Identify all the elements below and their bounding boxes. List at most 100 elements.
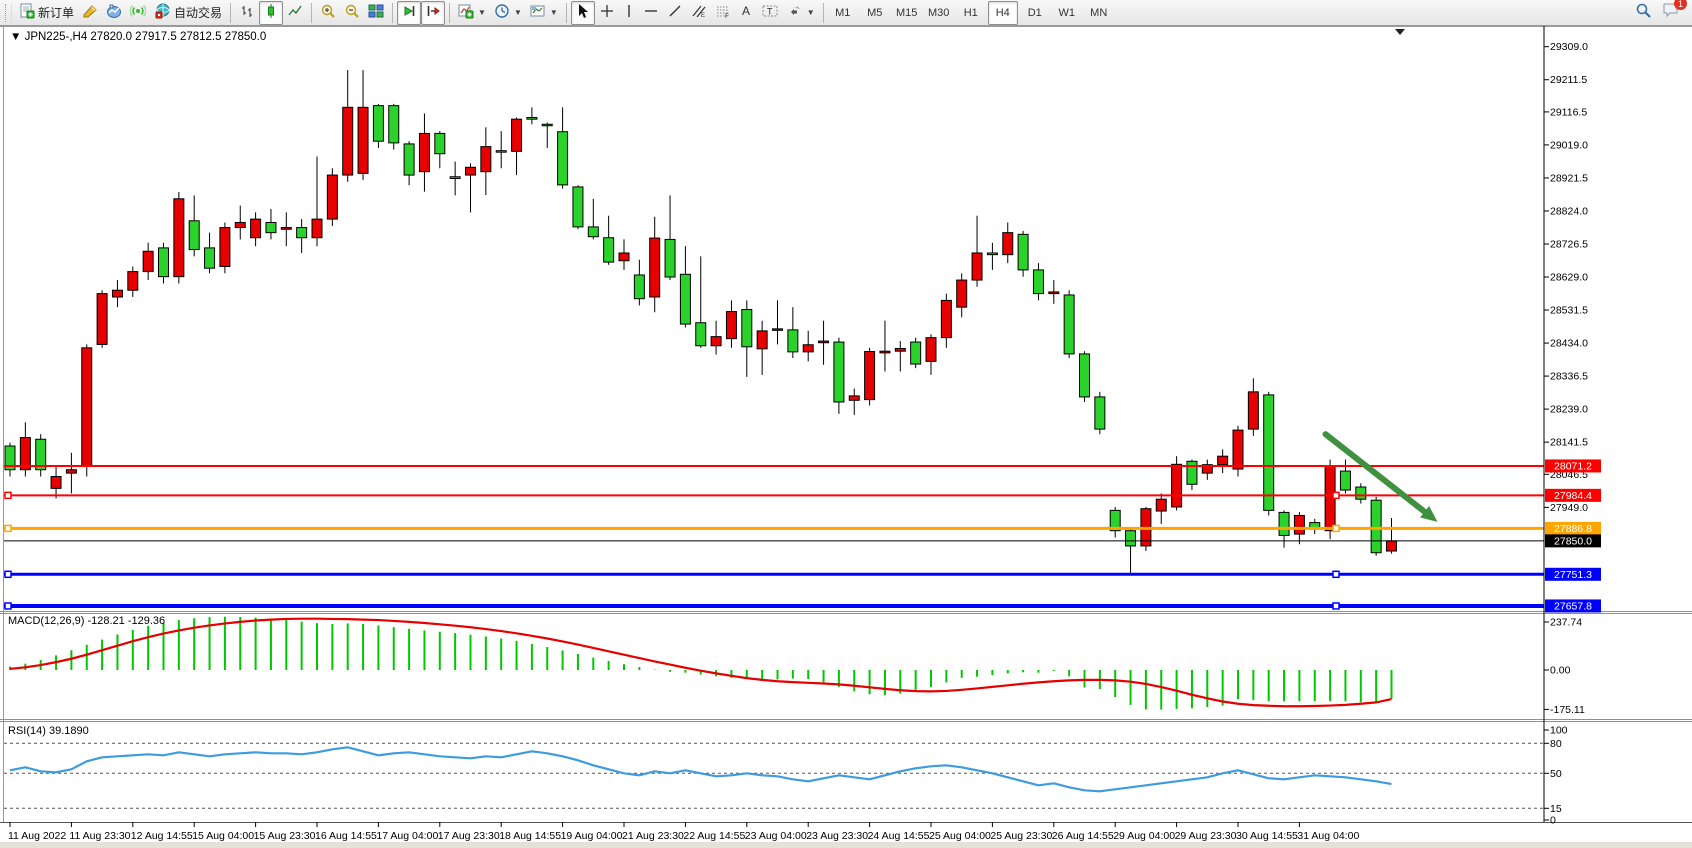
market-watch-button[interactable] [102, 1, 126, 25]
line-handle[interactable] [1333, 525, 1339, 531]
line-handle[interactable] [1333, 603, 1339, 609]
svg-text:27657.8: 27657.8 [1554, 600, 1592, 612]
signals-button[interactable] [126, 1, 150, 25]
timeframe-button-H4[interactable]: H4 [988, 1, 1018, 25]
svg-text:29019.0: 29019.0 [1550, 139, 1588, 151]
arrows-tool-button[interactable]: ▼ [783, 1, 819, 25]
svg-text:27984.4: 27984.4 [1554, 490, 1592, 502]
template-icon [530, 3, 546, 22]
trendline-tool-button[interactable] [663, 1, 687, 25]
fibonacci-tool-button[interactable]: F [711, 1, 735, 25]
auto-scroll-button[interactable] [397, 1, 421, 25]
svg-text:11 Aug 2022: 11 Aug 2022 [8, 830, 66, 842]
svg-text:27850.0: 27850.0 [1554, 535, 1592, 547]
svg-text:100: 100 [1550, 725, 1568, 737]
line-chart-icon [287, 3, 303, 22]
styler-button[interactable] [78, 1, 102, 25]
svg-text:15: 15 [1550, 803, 1562, 815]
auto-trading-icon [154, 3, 171, 22]
svg-text:80: 80 [1550, 738, 1562, 750]
toolbar-separator [230, 3, 231, 23]
zoom-in-button[interactable] [316, 1, 340, 25]
chat-button[interactable]: 1 [1662, 2, 1680, 23]
bar-chart-type-button[interactable] [235, 1, 259, 25]
text-tool-button[interactable]: A [735, 1, 757, 25]
periods-button[interactable]: ▼ [490, 1, 526, 25]
chart-canvas[interactable]: ▼ JPN225-,H4 27820.0 27917.5 27812.5 278… [0, 26, 1692, 848]
line-chart-type-button[interactable] [283, 1, 307, 25]
channel-tool-button[interactable]: E [687, 1, 711, 25]
timeframe-button-M15[interactable]: M15 [892, 1, 922, 25]
svg-text:28531.5: 28531.5 [1550, 305, 1588, 317]
toolbar-separator [392, 3, 393, 23]
text-label-tool-button[interactable]: T [757, 1, 783, 25]
svg-text:24 Aug 14:55: 24 Aug 14:55 [868, 830, 930, 842]
chevron-down-icon: ▼ [514, 8, 522, 17]
chart-title: ▼ JPN225-,H4 27820.0 27917.5 27812.5 278… [10, 31, 266, 43]
tile-windows-icon [368, 3, 384, 22]
macd-label: MACD(12,26,9) -128.21 -129.36 [8, 615, 165, 627]
signal-icon [130, 3, 146, 22]
horizontal-line-tool-button[interactable] [639, 1, 663, 25]
auto-trading-button[interactable]: 自动交易 [150, 1, 226, 25]
timeframe-button-M1[interactable]: M1 [828, 1, 858, 25]
toolbar-grip [5, 4, 12, 22]
toolbar-separator [566, 3, 567, 23]
svg-text:28239.0: 28239.0 [1550, 404, 1588, 416]
svg-text:A: A [742, 4, 750, 18]
new-order-button[interactable]: 新订单 [15, 1, 78, 25]
tile-windows-button[interactable] [364, 1, 388, 25]
notification-badge: 1 [1674, 0, 1687, 10]
chart-shift-button[interactable] [421, 1, 445, 25]
templates-button[interactable]: ▼ [526, 1, 562, 25]
svg-text:19 Aug 04:00: 19 Aug 04:00 [561, 830, 623, 842]
price-badge-28071.2: 28071.2 [1545, 459, 1601, 472]
timeframe-button-H1[interactable]: H1 [956, 1, 986, 25]
market-watch-icon [106, 3, 122, 22]
chevron-down-icon: ▼ [550, 8, 558, 17]
timeframe-button-MN[interactable]: MN [1084, 1, 1114, 25]
line-handle[interactable] [5, 571, 11, 577]
cursor-tool-button[interactable] [571, 1, 595, 25]
svg-text:15 Aug 04:00: 15 Aug 04:00 [192, 830, 254, 842]
timeframe-button-W1[interactable]: W1 [1052, 1, 1082, 25]
timeframe-button-M30[interactable]: M30 [924, 1, 954, 25]
text-icon: A [739, 3, 753, 22]
vertical-line-tool-button[interactable] [619, 1, 639, 25]
mt4-window: { "toolbar": { "new_order_label": "新订单",… [0, 0, 1692, 848]
cursor-icon [575, 3, 591, 22]
svg-text:28141.5: 28141.5 [1550, 437, 1588, 449]
line-handle[interactable] [1333, 571, 1339, 577]
vertical-line-icon [623, 3, 635, 22]
timeframe-button-D1[interactable]: D1 [1020, 1, 1050, 25]
svg-text:28629.0: 28629.0 [1550, 272, 1588, 284]
svg-text:30 Aug 14:55: 30 Aug 14:55 [1236, 830, 1298, 842]
timeframe-button-M5[interactable]: M5 [860, 1, 890, 25]
line-handle[interactable] [1333, 492, 1339, 498]
chart-window[interactable]: ▼ JPN225-,H4 27820.0 27917.5 27812.5 278… [0, 26, 1692, 848]
indicators-button[interactable]: ▼ [454, 1, 490, 25]
line-handle[interactable] [5, 525, 11, 531]
candle-chart-type-button[interactable] [259, 1, 283, 25]
zoom-out-button[interactable] [340, 1, 364, 25]
price-badge-27984.4: 27984.4 [1545, 489, 1601, 502]
fibonacci-icon: F [715, 3, 731, 22]
crosshair-tool-button[interactable] [595, 1, 619, 25]
svg-text:27886.8: 27886.8 [1554, 523, 1592, 535]
svg-text:-175.11: -175.11 [1550, 704, 1585, 716]
svg-text:27949.0: 27949.0 [1550, 502, 1588, 514]
svg-text:29 Aug 23:30: 29 Aug 23:30 [1175, 830, 1237, 842]
svg-text:28824.0: 28824.0 [1550, 205, 1588, 217]
text-label-icon: T [761, 3, 779, 22]
timeframe-bar: M1M5M15M30H1H4D1W1MN [828, 1, 1114, 25]
rsi-label: RSI(14) 39.1890 [8, 725, 89, 737]
chevron-down-icon: ▼ [478, 8, 486, 17]
line-handle[interactable] [5, 603, 11, 609]
search-icon[interactable] [1635, 2, 1652, 24]
line-handle[interactable] [5, 492, 11, 498]
price-badge-27751.3: 27751.3 [1545, 568, 1601, 581]
svg-text:23 Aug 04:00: 23 Aug 04:00 [745, 830, 807, 842]
svg-text:29 Aug 04:00: 29 Aug 04:00 [1113, 830, 1175, 842]
svg-text:29116.5: 29116.5 [1550, 106, 1587, 118]
svg-text:29211.5: 29211.5 [1550, 74, 1587, 86]
